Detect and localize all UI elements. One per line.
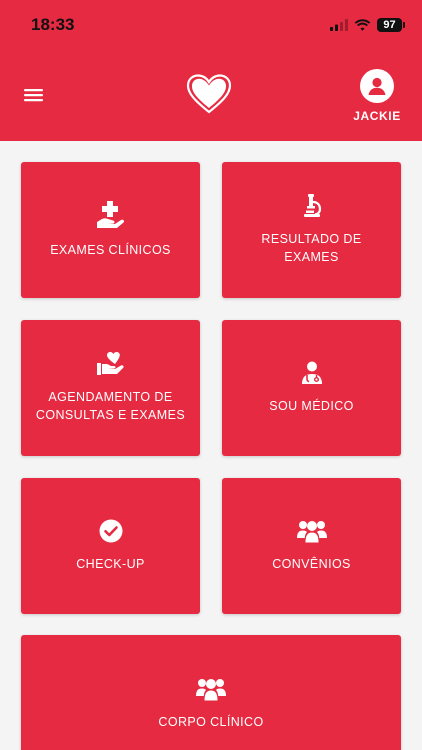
menu-card-resultado-de-exames[interactable]: RESULTADO DE EXAMES	[222, 162, 401, 298]
status-time: 18:33	[31, 15, 75, 34]
menu-card-sou-medico[interactable]: SOU MÉDICO	[222, 320, 401, 456]
menu-card-label: CHECK-UP	[76, 557, 145, 571]
menu-card-convenios[interactable]: CONVÊNIOS	[222, 478, 401, 614]
menu-card-label: CORPO CLÍNICO	[158, 715, 264, 729]
heart-icon	[186, 74, 232, 114]
profile-name: JACKIE	[353, 109, 401, 123]
users-group-icon	[196, 679, 226, 701]
status-indicators: 97	[330, 16, 405, 34]
menu-card-label: EXAMES CLÍNICOS	[50, 243, 171, 257]
user-avatar-icon	[360, 69, 394, 103]
signal-icon	[330, 19, 348, 31]
wifi-icon	[354, 19, 371, 31]
microscope-icon	[303, 194, 321, 217]
menu-card-label: CONVÊNIOS	[272, 557, 351, 571]
menu-card-label: RESULTADO DE EXAMES	[261, 232, 362, 264]
menu-card-label: SOU MÉDICO	[269, 399, 354, 413]
menu-card-agendamento[interactable]: AGENDAMENTO DE CONSULTAS E EXAMES	[21, 320, 200, 456]
menu-card-corpo-clinico[interactable]: CORPO CLÍNICO	[21, 635, 401, 750]
menu-card-exames-clinicos[interactable]: EXAMES CLÍNICOS	[21, 162, 200, 298]
battery-level: 97	[377, 18, 405, 32]
status-bar: 18:33 97	[0, 0, 422, 50]
hamburger-menu-icon[interactable]	[22, 85, 46, 105]
hand-plus-icon	[96, 201, 124, 228]
users-group-icon	[296, 521, 327, 543]
doctor-icon	[301, 361, 322, 384]
app-header: 18:33 97 JACKIE	[0, 0, 422, 141]
check-circle-icon	[99, 519, 122, 543]
profile-button[interactable]: JACKIE	[346, 69, 408, 127]
hand-heart-icon	[96, 352, 124, 375]
menu-card-check-up[interactable]: CHECK-UP	[21, 478, 200, 614]
menu-card-label: AGENDAMENTO DE CONSULTAS E EXAMES	[35, 390, 186, 422]
